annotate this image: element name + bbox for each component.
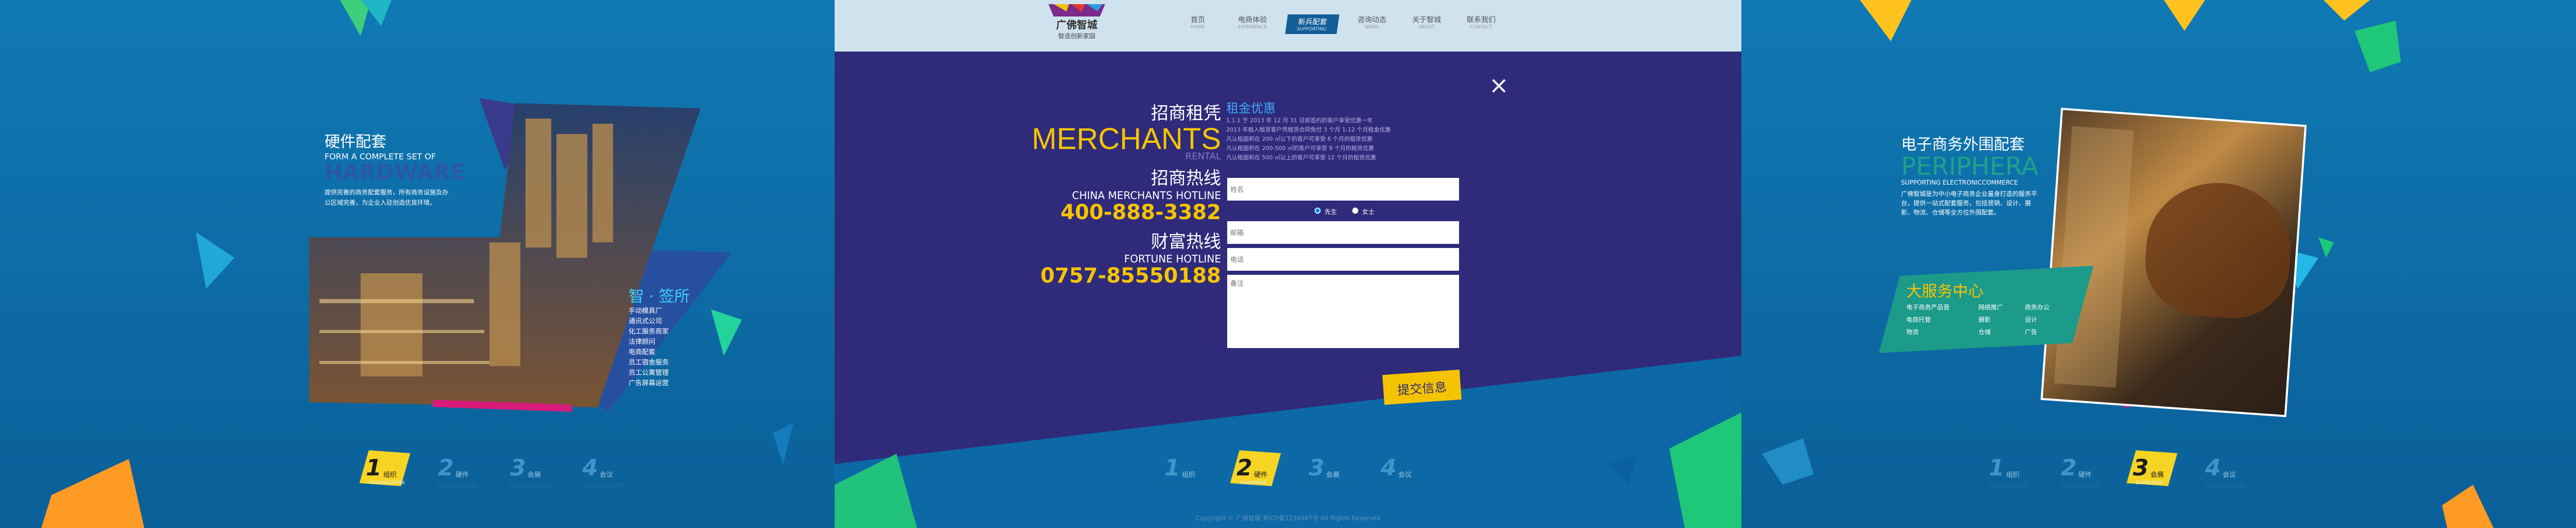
- service-center-item: 物流: [1906, 328, 1919, 336]
- service-item: 电商配套: [629, 349, 656, 356]
- service-item: 通讯式公司: [629, 318, 663, 325]
- step-nav: 1 组织 ORGANIZATION 2 硬件 3 会展 4 会议: [359, 450, 624, 488]
- service-item: 化工服务商家: [629, 328, 669, 336]
- panel-merchants: 广佛智城 智造创新家园 首页 HOME 电商体验 EXPERIENCE 新兵配套…: [835, 0, 1741, 528]
- service-center-item: 网络推广: [1978, 304, 2004, 311]
- service-item: 手动模具厂: [629, 307, 663, 315]
- periphera-title-en1: PERIPHERA: [1901, 152, 2039, 181]
- service-item: 法律顾问: [629, 338, 656, 346]
- service-list: 智 · 签所 手动模具厂 通讯式公司 化工服务商家 法律顾问 电商配套 员工宿舍…: [629, 284, 732, 389]
- step-2[interactable]: 2 硬件 HARDWARE: [1230, 450, 1281, 488]
- service-center-item: 仓储: [1978, 328, 1991, 336]
- step-3[interactable]: 3 会展 EXHIBITION: [2126, 450, 2178, 488]
- step-2[interactable]: 2 硬件: [2059, 457, 2103, 488]
- step-1[interactable]: 1 组织: [1987, 457, 2030, 488]
- service-center-item: 电子商务产品营: [1906, 304, 1950, 311]
- periphera-desc: 广佛智城是为中小电子商务企业量身打造的服务平台，提供一站式配套服务，包括营销、设…: [1901, 190, 2038, 216]
- step-4[interactable]: 4 会议: [2204, 457, 2247, 488]
- step-4[interactable]: 4 会议: [1379, 457, 1422, 488]
- step-1[interactable]: 1 组织: [1163, 457, 1206, 488]
- service-center-grid: 电子商务产品营 网络推广 商务办公 电商托管 摄影 设计 物流 仓储 广告: [1906, 301, 2081, 338]
- service-center-item: 电商托管: [1906, 316, 1931, 323]
- service-center-item: 商务办公: [2025, 304, 2050, 311]
- mid-decor: [835, 412, 1741, 528]
- service-center-title: 大服务中心: [1906, 283, 1984, 301]
- step-4[interactable]: 4 会议: [581, 457, 624, 488]
- service-center: 大服务中心 电子商务产品营 网络推广 商务办公 电商托管 摄影 设计 物流 仓储…: [1906, 278, 2081, 338]
- panel-periphera: 电子商务外围配套 PERIPHERA SUPPORTING ELECTRONIC…: [1741, 0, 2576, 528]
- service-items: 手动模具厂 通讯式公司 化工服务商家 法律顾问 电商配套 员工宿舍服务 员工公寓…: [629, 306, 732, 389]
- service-item: 广告屏幕运营: [629, 380, 669, 387]
- service-center-item: 广告: [2025, 328, 2038, 336]
- step-3[interactable]: 3 会展: [1307, 457, 1350, 488]
- footer: Copyright © 广佛智城 粤ICP备1234567号 All Right…: [1195, 515, 1381, 522]
- step-nav: 1 组织 2 硬件 HARDWARE 3 会展 4 会议: [1163, 450, 1422, 488]
- step-1[interactable]: 1 组织 ORGANIZATION: [359, 450, 411, 488]
- step-3[interactable]: 3 会展: [509, 457, 552, 488]
- step-nav: 1 组织 2 硬件 3 会展 EXHIBITION 4 会议: [1987, 450, 2247, 488]
- periphera-text: 电子商务外围配套 PERIPHERA SUPPORTING ELECTRONIC…: [1901, 131, 2056, 217]
- service-center-item: 设计: [2025, 316, 2038, 323]
- panel-hardware: 硬件配套 FORM A COMPLETE SET OF HARDWARE 提供完…: [0, 0, 835, 528]
- office-photo: [2040, 108, 2307, 417]
- service-item: 员工公寓管理: [629, 369, 669, 377]
- service-center-item: 摄影: [1978, 316, 1991, 323]
- step-2[interactable]: 2 硬件: [436, 457, 480, 488]
- periphera-title-cn: 电子商务外围配套: [1901, 136, 2025, 154]
- service-title: 智 · 签所: [629, 288, 690, 306]
- service-item: 员工宿舍服务: [629, 359, 669, 367]
